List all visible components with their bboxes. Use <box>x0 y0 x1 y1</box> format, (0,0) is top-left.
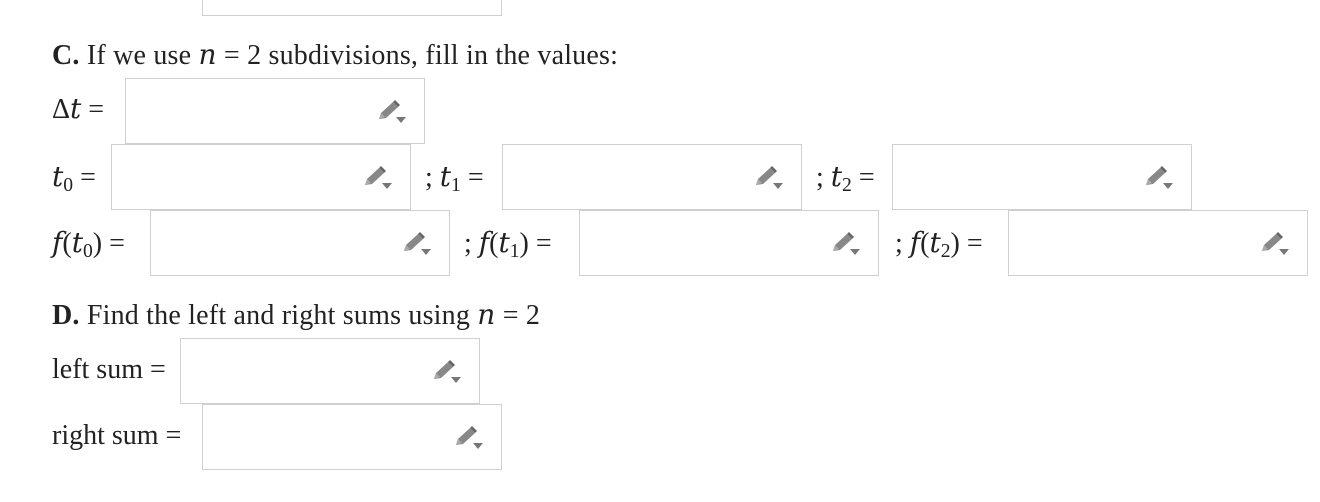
pencil-dropdown-icon[interactable] <box>401 231 433 257</box>
t1-input[interactable] <box>502 144 802 210</box>
f-t1-separator: ; <box>464 228 472 259</box>
left-sum-input[interactable] <box>180 338 480 404</box>
delta-symbol: Δ <box>52 94 71 125</box>
delta-t-input[interactable] <box>125 78 425 144</box>
f-t2-eq: = <box>966 228 983 259</box>
pencil-dropdown-icon[interactable] <box>1143 165 1175 191</box>
f-t0-label: f(t0) = <box>52 226 125 263</box>
f-t2-label: ; f(t2) = <box>895 226 983 263</box>
f-t1-label: ; f(t1) = <box>464 226 552 263</box>
f-t0-input[interactable] <box>150 210 450 276</box>
t0-label: t0 = <box>52 160 96 197</box>
right-sum-label: right sum = <box>52 420 182 451</box>
f-sub1: 1 <box>509 240 520 262</box>
section-d-letter: D. <box>52 300 80 331</box>
section-d-var-n: n <box>477 298 496 331</box>
section-d-n-value: 2 <box>525 300 541 331</box>
f-t2-separator: ; <box>895 228 903 259</box>
t1-label: ; t1 = <box>425 160 484 197</box>
f-symbol: f <box>478 226 490 259</box>
section-c-equals: = <box>223 40 240 71</box>
left-sum-label: left sum = <box>52 354 166 385</box>
t0-var: t <box>52 160 64 193</box>
pencil-dropdown-icon[interactable] <box>753 165 785 191</box>
f-close-paren: ) <box>519 228 529 259</box>
f-open-paren: ( <box>62 228 72 259</box>
previous-answer-input[interactable] <box>202 0 502 16</box>
pencil-dropdown-icon[interactable] <box>362 165 394 191</box>
f-t1-input[interactable] <box>579 210 879 276</box>
delta-t-label: Δt = <box>52 92 104 126</box>
section-c-var-n: n <box>198 38 217 71</box>
t2-input[interactable] <box>892 144 1192 210</box>
section-d-text: Find the left and right sums using <box>86 300 471 331</box>
t1-sub: 1 <box>451 174 461 196</box>
pencil-dropdown-icon[interactable] <box>1259 231 1291 257</box>
section-c-text-after: subdivisions, fill in the values: <box>268 40 619 71</box>
section-c-heading: C. If we use n = 2 subdivisions, fill in… <box>52 38 618 72</box>
f-symbol: f <box>52 226 63 259</box>
t0-sub: 0 <box>63 174 74 196</box>
f-close-paren: ) <box>92 228 103 259</box>
f-t-var: t <box>929 226 941 259</box>
right-sum-input[interactable] <box>202 404 502 470</box>
f-t0-eq: = <box>109 228 125 259</box>
section-c-n-value: 2 <box>247 40 262 71</box>
t2-var: t <box>830 160 843 193</box>
section-c-text-before: If we use <box>86 40 192 71</box>
t1-var: t <box>439 160 452 193</box>
delta-t-eq: = <box>88 94 105 125</box>
pencil-dropdown-icon[interactable] <box>830 231 862 257</box>
f-t-var: t <box>71 226 83 259</box>
section-d-equals: = <box>502 300 519 331</box>
t2-separator: ; <box>816 162 824 193</box>
t2-eq: = <box>858 162 875 193</box>
pencil-dropdown-icon[interactable] <box>453 425 485 451</box>
t1-eq: = <box>467 162 484 193</box>
t0-eq: = <box>80 162 96 193</box>
f-t-var: t <box>498 226 510 259</box>
t0-input[interactable] <box>111 144 411 210</box>
f-close-paren: ) <box>950 228 960 259</box>
f-t2-input[interactable] <box>1008 210 1308 276</box>
t1-separator: ; <box>425 162 433 193</box>
t2-sub: 2 <box>842 174 852 196</box>
pencil-dropdown-icon[interactable] <box>376 99 408 125</box>
f-symbol: f <box>909 226 921 259</box>
section-d-heading: D. Find the left and right sums using n … <box>52 298 540 332</box>
section-c-letter: C. <box>52 40 80 71</box>
t2-label: ; t2 = <box>816 160 875 197</box>
f-t1-eq: = <box>535 228 552 259</box>
delta-t-var: t <box>70 92 82 125</box>
f-sub0: 0 <box>82 240 93 262</box>
pencil-dropdown-icon[interactable] <box>431 359 463 385</box>
f-sub2: 2 <box>940 240 951 262</box>
